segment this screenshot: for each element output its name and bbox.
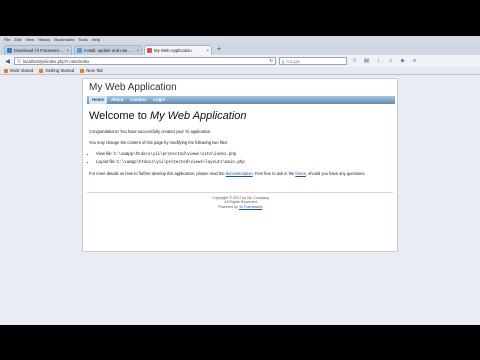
- app-favicon-icon: [147, 48, 152, 53]
- page-heading: Welcome to My Web Application: [89, 110, 247, 122]
- menu-edit[interactable]: Edit: [14, 37, 21, 42]
- footer-divider: [87, 192, 393, 193]
- yii-framework-link[interactable]: Yii Framework: [239, 205, 262, 209]
- search-placeholder: Google: [286, 58, 301, 64]
- bookmark-label: Getting Started: [45, 68, 75, 73]
- navigation-bar: ◀ ◎ localhost/yii/index.php?r=site/index…: [0, 55, 480, 67]
- tab-my-web-application[interactable]: My Web Application ×: [144, 45, 212, 55]
- new-tab-icon[interactable]: +: [214, 45, 224, 55]
- tab-label: Download Yii Framework | PH...: [14, 48, 64, 53]
- menu-item-login[interactable]: Login: [150, 96, 168, 104]
- bookmarks-toolbar: Most Visited Getting Started New Tab: [0, 67, 480, 75]
- details-mid: . Feel free to ask in the: [252, 171, 296, 176]
- layout-file-label: Layout file:: [96, 158, 117, 164]
- page-footer: Copyright © 2017 by My Company. All Righ…: [83, 196, 399, 209]
- list-item: Layout file: C:\xampp\htdocs\yii\protect…: [96, 159, 245, 167]
- bookmark-icon: [39, 68, 44, 73]
- documentation-link[interactable]: documentation: [226, 171, 253, 176]
- menu-help[interactable]: Help: [92, 37, 100, 42]
- congrats-text: Congratulations! You have successfully c…: [89, 129, 212, 134]
- search-input[interactable]: g Google: [279, 57, 347, 65]
- yii-app-page: My Web Application Home About Contact Lo…: [82, 78, 398, 252]
- bookmark-getting-started[interactable]: Getting Started: [39, 68, 74, 73]
- forum-link[interactable]: forum: [295, 171, 305, 176]
- layout-file-path: C:\xampp\htdocs\yii\protected\views\layo…: [116, 160, 245, 165]
- page-favicon-icon: [77, 48, 82, 53]
- details-pre: For more details on how to further devel…: [89, 171, 226, 176]
- bookmarks-icon[interactable]: ▤: [362, 58, 371, 64]
- pocket-icon[interactable]: ◈: [398, 58, 407, 64]
- tab-label: Install, update and use Wi...: [84, 48, 135, 53]
- menu-item-contact[interactable]: Contact: [127, 96, 149, 104]
- list-item: View file: C:\xampp\htdocs\yii\protected…: [96, 151, 245, 159]
- change-instructions: You may change the content of this page …: [89, 140, 229, 145]
- close-icon[interactable]: ×: [136, 48, 139, 53]
- url-text: localhost/yii/index.php?r=site/index: [22, 58, 90, 64]
- menu-bookmarks[interactable]: Bookmarks: [54, 37, 74, 42]
- home-icon[interactable]: ⌂: [386, 58, 395, 64]
- powered-post: .: [262, 204, 264, 209]
- bookmark-icon: [80, 68, 85, 73]
- menu-item-about[interactable]: About: [108, 96, 126, 104]
- close-icon[interactable]: ×: [206, 48, 209, 53]
- tab-label: My Web Application: [154, 48, 192, 53]
- heading-app-name: My Web Application: [149, 110, 247, 122]
- back-icon[interactable]: ◀: [4, 58, 11, 65]
- bookmark-label: Most Visited: [10, 68, 34, 73]
- site-title: My Web Application: [89, 82, 177, 93]
- heading-prefix: Welcome to: [89, 110, 150, 122]
- reload-icon[interactable]: ↻: [269, 58, 273, 64]
- powered-pre: Powered by: [218, 204, 239, 209]
- file-list: View file: C:\xampp\htdocs\yii\protected…: [91, 151, 245, 166]
- view-file-label: View file:: [96, 151, 114, 156]
- details-text: For more details on how to further devel…: [89, 171, 366, 176]
- bookmark-icon: [4, 68, 8, 73]
- yii-favicon-icon: [7, 48, 12, 53]
- main-menu: Home About Contact Login: [87, 96, 395, 104]
- menu-item-home[interactable]: Home: [89, 96, 107, 104]
- download-icon[interactable]: ↓: [374, 58, 383, 64]
- page-viewport: My Web Application Home About Contact Lo…: [0, 75, 480, 325]
- tab-strip: Download Yii Framework | PH... × Install…: [0, 43, 480, 55]
- menu-file[interactable]: File: [4, 37, 10, 42]
- bookmark-most-visited[interactable]: Most Visited: [4, 68, 33, 73]
- tab-download-yii[interactable]: Download Yii Framework | PH... ×: [4, 45, 72, 55]
- menu-history[interactable]: History: [38, 37, 50, 42]
- close-icon[interactable]: ×: [66, 48, 69, 53]
- star-icon[interactable]: ☆: [350, 58, 359, 64]
- menu-icon[interactable]: ≡: [410, 58, 419, 64]
- search-engine-icon: g: [282, 58, 285, 64]
- footer-powered: Powered by Yii Framework.: [83, 205, 399, 209]
- browser-window: File Edit View History Bookmarks Tools H…: [0, 36, 480, 325]
- globe-icon: ◎: [17, 58, 21, 63]
- menu-bar: File Edit View History Bookmarks Tools H…: [0, 36, 480, 43]
- details-post: , should you have any questions.: [305, 171, 366, 176]
- view-file-path: C:\xampp\htdocs\yii\protected\views\site…: [113, 153, 237, 157]
- bookmark-label: New Tab: [86, 68, 103, 73]
- address-bar[interactable]: ◎ localhost/yii/index.php?r=site/index ↻: [14, 57, 276, 65]
- tab-install-update[interactable]: Install, update and use Wi... ×: [74, 45, 142, 55]
- menu-view[interactable]: View: [25, 37, 34, 42]
- bookmark-new-tab[interactable]: New Tab: [80, 68, 103, 73]
- menu-tools[interactable]: Tools: [78, 37, 87, 42]
